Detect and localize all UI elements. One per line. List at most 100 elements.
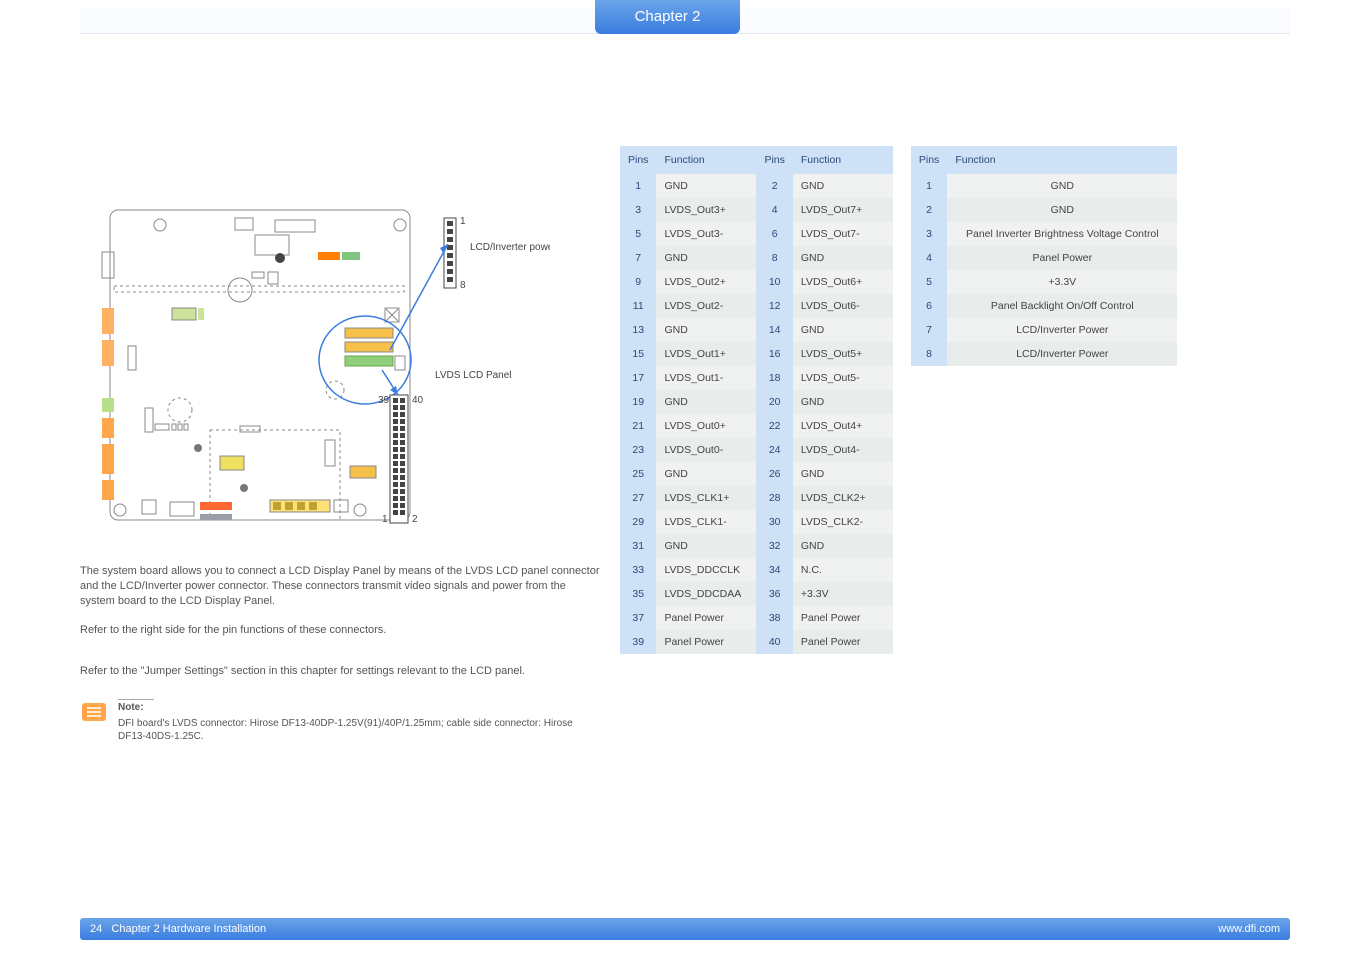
func-cell: GND bbox=[656, 174, 756, 198]
table-row: 9LVDS_Out2+10LVDS_Out6+ bbox=[620, 270, 893, 294]
func-cell: LCD/Inverter Power bbox=[947, 318, 1177, 342]
table-row: 33LVDS_DDCCLK34N.C. bbox=[620, 558, 893, 582]
pin-cell: 22 bbox=[756, 414, 792, 438]
func-cell: Panel Power bbox=[793, 606, 893, 630]
table-row: 6Panel Backlight On/Off Control bbox=[911, 294, 1177, 318]
footer-left: Chapter 2 Hardware Installation bbox=[111, 923, 266, 935]
tables-area: Pins Function Pins Function 1GND2GND3LVD… bbox=[620, 146, 1177, 654]
table-row: 29LVDS_CLK1-30LVDS_CLK2- bbox=[620, 510, 893, 534]
jumper-body: Refer to the "Jumper Settings" section i… bbox=[80, 665, 525, 677]
pin-cell: 5 bbox=[911, 270, 947, 294]
pin-cell: 6 bbox=[911, 294, 947, 318]
inverter-pin-table: Pins Function 1GND2GND3Panel Inverter Br… bbox=[911, 146, 1177, 366]
func-cell: LVDS_CLK2- bbox=[793, 510, 893, 534]
footer-right: www.dfi.com bbox=[1218, 918, 1280, 940]
pin-cell: 29 bbox=[620, 510, 656, 534]
func-cell: LVDS_Out6- bbox=[793, 294, 893, 318]
pin-cell: 27 bbox=[620, 486, 656, 510]
func-cell: Panel Power bbox=[793, 630, 893, 654]
func-cell: LVDS_CLK2+ bbox=[793, 486, 893, 510]
pin-cell: 26 bbox=[756, 462, 792, 486]
pin8-label: 8 bbox=[460, 280, 466, 291]
pin-cell: 4 bbox=[911, 246, 947, 270]
chapter-tab: Chapter 2 bbox=[595, 0, 740, 34]
pin-cell: 38 bbox=[756, 606, 792, 630]
func-cell: GND bbox=[793, 390, 893, 414]
pin-cell: 31 bbox=[620, 534, 656, 558]
footer-bar: 24 Chapter 2 Hardware Installation www.d… bbox=[80, 918, 1290, 940]
svg-text:LCD/Inverter power: LCD/Inverter power bbox=[470, 242, 550, 253]
pin-cell: 3 bbox=[620, 198, 656, 222]
func-cell: GND bbox=[656, 534, 756, 558]
pin-cell: 30 bbox=[756, 510, 792, 534]
pin-cell: 18 bbox=[756, 366, 792, 390]
table-row: 3Panel Inverter Brightness Voltage Contr… bbox=[911, 222, 1177, 246]
func-cell: GND bbox=[793, 246, 893, 270]
pin-cell: 4 bbox=[756, 198, 792, 222]
func-cell: LVDS_Out2- bbox=[656, 294, 756, 318]
func-cell: Panel Power bbox=[656, 606, 756, 630]
table-row: 21LVDS_Out0+22LVDS_Out4+ bbox=[620, 414, 893, 438]
func-cell: LVDS_Out5- bbox=[793, 366, 893, 390]
note-head: Note: bbox=[118, 699, 154, 715]
lvds-pin-table: Pins Function Pins Function 1GND2GND3LVD… bbox=[620, 146, 893, 654]
pin-cell: 5 bbox=[620, 222, 656, 246]
table-row: 1GND bbox=[911, 174, 1177, 198]
note-body: DFI board's LVDS connector: Hirose DF13-… bbox=[118, 718, 573, 743]
pin-cell: 8 bbox=[756, 246, 792, 270]
pin-cell: 40 bbox=[756, 630, 792, 654]
func-cell: GND bbox=[793, 534, 893, 558]
table-row: 15LVDS_Out1+16LVDS_Out5+ bbox=[620, 342, 893, 366]
func-cell: LVDS_Out3+ bbox=[656, 198, 756, 222]
footer-page: 24 bbox=[90, 923, 102, 935]
func-cell: N.C. bbox=[793, 558, 893, 582]
func-cell: LVDS_Out6+ bbox=[793, 270, 893, 294]
pin-cell: 23 bbox=[620, 438, 656, 462]
inv-th-func: Function bbox=[947, 146, 1177, 174]
table-row: 8LCD/Inverter Power bbox=[911, 342, 1177, 366]
func-cell: LVDS_Out3- bbox=[656, 222, 756, 246]
func-cell: GND bbox=[793, 174, 893, 198]
table-row: 7GND8GND bbox=[620, 246, 893, 270]
func-cell: LVDS_Out7+ bbox=[793, 198, 893, 222]
table-row: 39Panel Power40Panel Power bbox=[620, 630, 893, 654]
pin-cell: 8 bbox=[911, 342, 947, 366]
table-row: 5+3.3V bbox=[911, 270, 1177, 294]
pin-cell: 10 bbox=[756, 270, 792, 294]
pin-cell: 34 bbox=[756, 558, 792, 582]
pin-cell: 7 bbox=[911, 318, 947, 342]
table-row: 17LVDS_Out1-18LVDS_Out5- bbox=[620, 366, 893, 390]
table-row: 7LCD/Inverter Power bbox=[911, 318, 1177, 342]
func-cell: GND bbox=[656, 318, 756, 342]
pin-cell: 6 bbox=[756, 222, 792, 246]
table-row: 4Panel Power bbox=[911, 246, 1177, 270]
table-row: 13GND14GND bbox=[620, 318, 893, 342]
func-cell: GND bbox=[793, 462, 893, 486]
func-cell: GND bbox=[793, 318, 893, 342]
pin-cell: 2 bbox=[911, 198, 947, 222]
th-func2: Function bbox=[793, 146, 893, 174]
table-row: 31GND32GND bbox=[620, 534, 893, 558]
pin-cell: 33 bbox=[620, 558, 656, 582]
table-row: 25GND26GND bbox=[620, 462, 893, 486]
th-pins: Pins bbox=[620, 146, 656, 174]
func-cell: LVDS_Out4+ bbox=[793, 414, 893, 438]
table-row: 23LVDS_Out0-24LVDS_Out4- bbox=[620, 438, 893, 462]
table-row: 37Panel Power38Panel Power bbox=[620, 606, 893, 630]
pin40-label: 40 bbox=[412, 395, 424, 406]
lvds-panel-label: LVDS LCD Panel bbox=[435, 370, 512, 381]
table-row: 19GND20GND bbox=[620, 390, 893, 414]
func-cell: LVDS_Out2+ bbox=[656, 270, 756, 294]
left-column: 1 8 LCD/Inverter power bbox=[80, 200, 600, 744]
func-cell: LVDS_Out5+ bbox=[793, 342, 893, 366]
table-row: 1GND2GND bbox=[620, 174, 893, 198]
func-cell: LVDS_Out0- bbox=[656, 438, 756, 462]
th-pins2: Pins bbox=[756, 146, 792, 174]
func-cell: Panel Power bbox=[947, 246, 1177, 270]
pin-cell: 1 bbox=[911, 174, 947, 198]
note-box: Note: DFI board's LVDS connector: Hirose… bbox=[80, 699, 600, 744]
pin-cell: 1 bbox=[620, 174, 656, 198]
func-cell: Panel Backlight On/Off Control bbox=[947, 294, 1177, 318]
note-icon bbox=[80, 699, 108, 723]
pin-cell: 12 bbox=[756, 294, 792, 318]
